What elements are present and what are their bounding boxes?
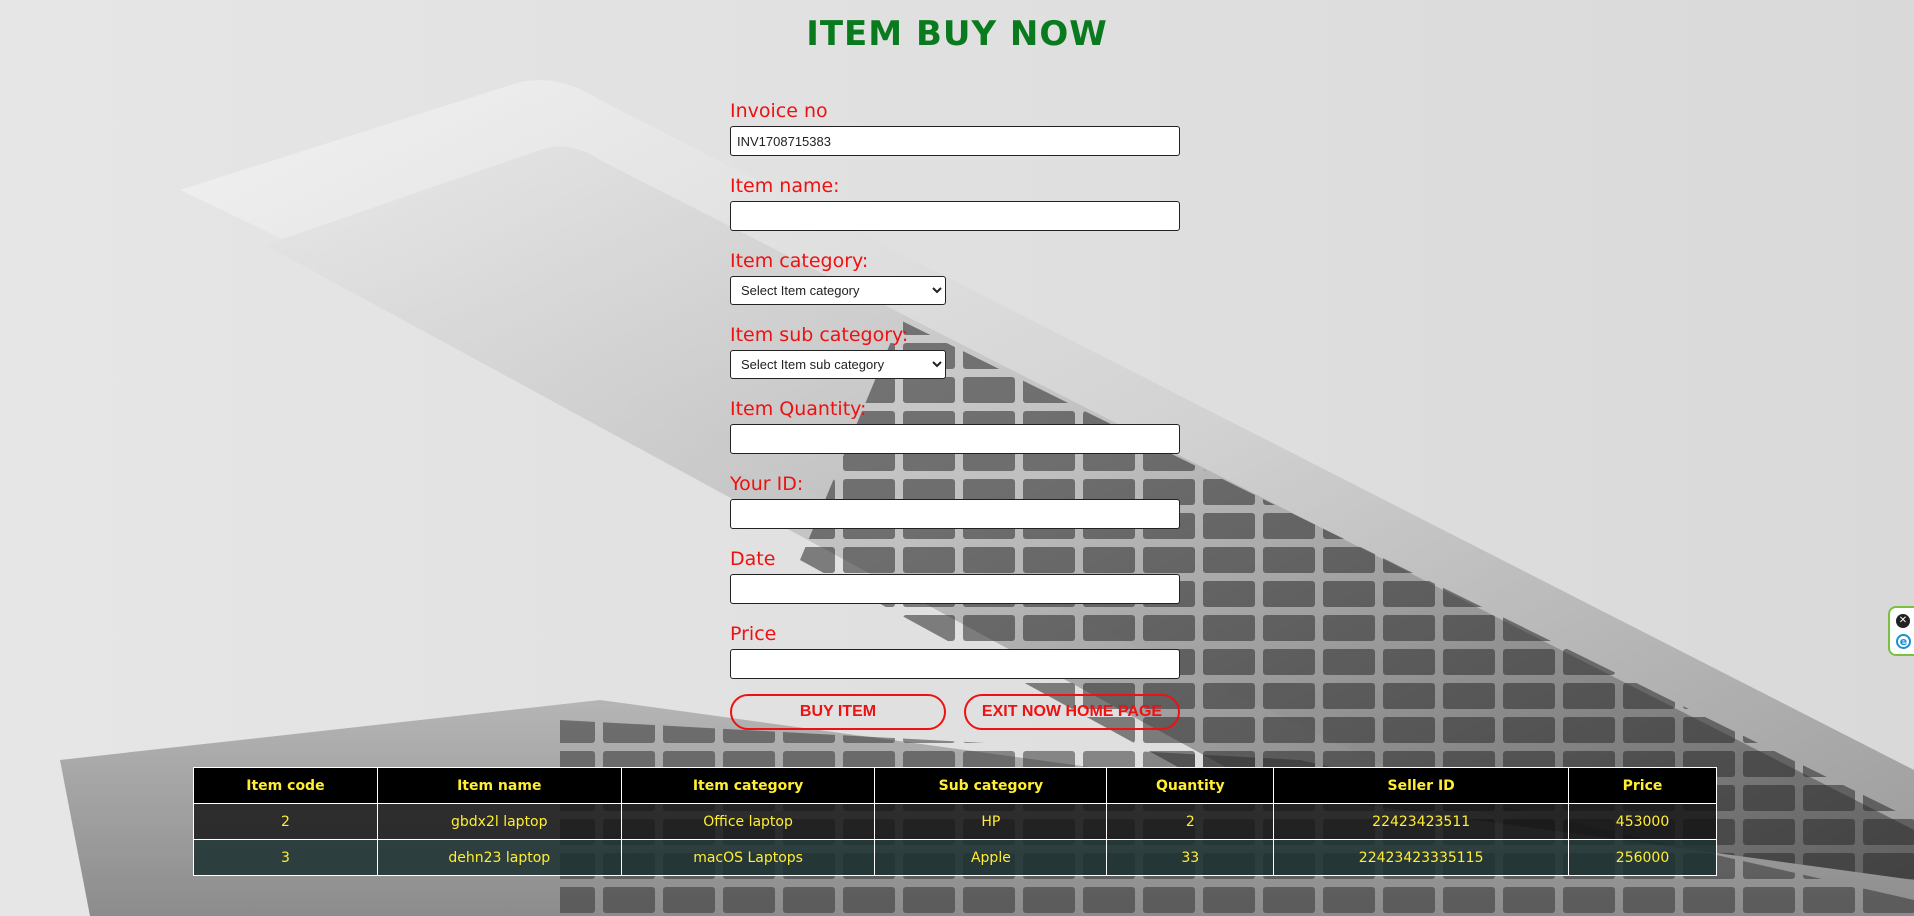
your-id-label: Your ID: (730, 473, 804, 495)
cell-item-category: Office laptop (620, 803, 876, 840)
col-price: Price (1568, 767, 1717, 804)
item-quantity-label: Item Quantity: (730, 398, 867, 420)
page-title: ITEM BUY NOW (806, 14, 1108, 54)
extension-e-icon[interactable]: e (1896, 634, 1911, 649)
item-category-label: Item category: (730, 250, 869, 272)
cell-price: 453000 (1568, 803, 1717, 840)
close-icon[interactable]: ✕ (1896, 614, 1910, 628)
buy-item-form: Invoice no Item name: Item category: Sel… (730, 96, 1180, 730)
item-category-select[interactable]: Select Item category (730, 276, 946, 305)
cell-item-name: gbdx2l laptop (376, 803, 622, 840)
table-row[interactable]: 3 dehn23 laptop macOS Laptops Apple 33 2… (193, 839, 1717, 876)
your-id-input[interactable] (730, 499, 1180, 529)
extension-widget[interactable]: ✕ e (1888, 606, 1914, 656)
cell-item-code: 3 (193, 839, 378, 876)
table-header-row: Item code Item name Item category Sub ca… (193, 767, 1717, 804)
cell-quantity: 33 (1106, 839, 1275, 876)
cell-item-code: 2 (193, 803, 378, 840)
table-row[interactable]: 2 gbdx2l laptop Office laptop HP 2 22423… (193, 803, 1717, 840)
col-item-name: Item name (376, 767, 622, 804)
price-label: Price (730, 623, 777, 645)
cell-sub-category: HP (874, 803, 1108, 840)
col-seller-id: Seller ID (1273, 767, 1570, 804)
buy-item-button[interactable]: BUY ITEM (730, 694, 946, 730)
invoice-label: Invoice no (730, 100, 828, 122)
price-input[interactable] (730, 649, 1180, 679)
date-label: Date (730, 548, 776, 570)
cell-seller-id: 22423423335115 (1273, 839, 1570, 876)
form-buttons: BUY ITEM EXIT NOW HOME PAGE (730, 694, 1180, 730)
exit-home-button[interactable]: EXIT NOW HOME PAGE (964, 694, 1180, 730)
cell-price: 256000 (1568, 839, 1717, 876)
item-name-input[interactable] (730, 201, 1180, 231)
item-quantity-input[interactable] (730, 424, 1180, 454)
col-item-category: Item category (620, 767, 876, 804)
date-input[interactable] (730, 574, 1180, 604)
col-sub-category: Sub category (874, 767, 1108, 804)
items-table: Item code Item name Item category Sub ca… (193, 767, 1717, 876)
item-sub-category-label: Item sub category: (730, 324, 909, 346)
cell-item-name: dehn23 laptop (376, 839, 622, 876)
invoice-input[interactable] (730, 126, 1180, 156)
cell-quantity: 2 (1106, 803, 1275, 840)
cell-sub-category: Apple (874, 839, 1108, 876)
item-sub-category-select[interactable]: Select Item sub category (730, 350, 946, 379)
cell-seller-id: 22423423511 (1273, 803, 1570, 840)
cell-item-category: macOS Laptops (620, 839, 876, 876)
col-quantity: Quantity (1106, 767, 1275, 804)
item-name-label: Item name: (730, 175, 840, 197)
col-item-code: Item code (193, 767, 378, 804)
